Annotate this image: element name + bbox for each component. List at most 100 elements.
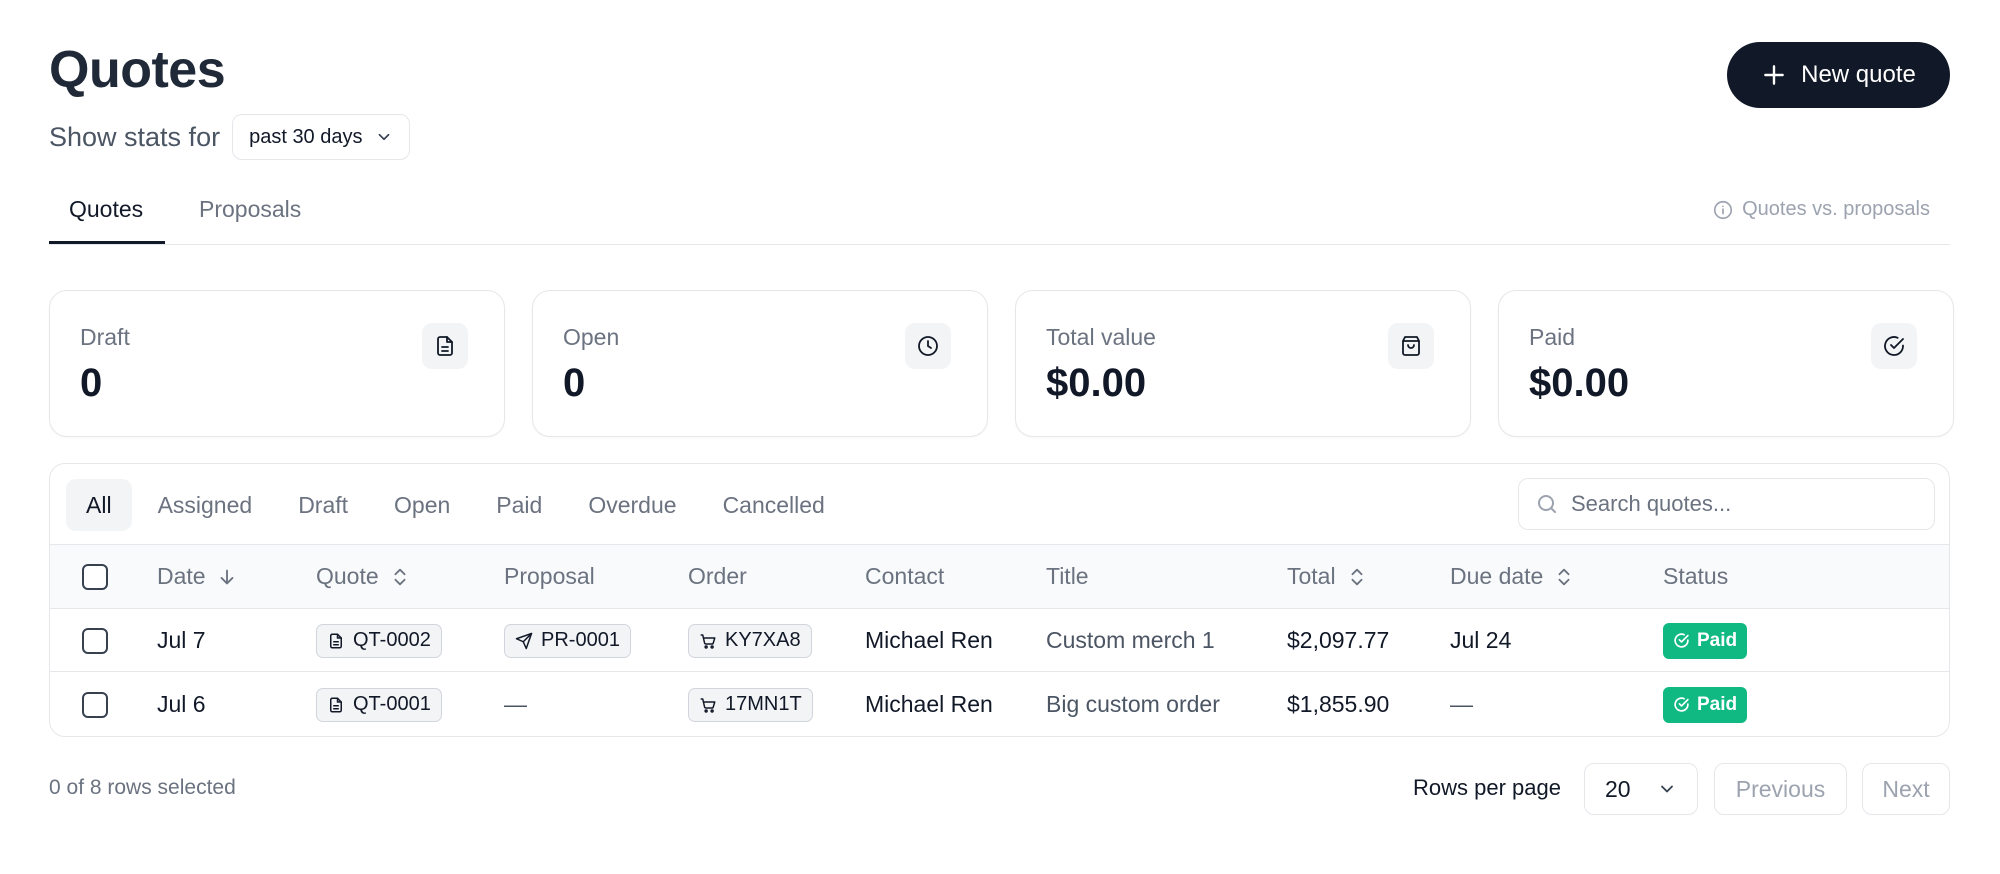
table-row[interactable]: Jul 7 QT-0002 PR-0001 KY7XA8 Michael Ren… xyxy=(50,609,1949,672)
row-checkbox[interactable] xyxy=(82,627,108,654)
quotes-table-card: All Assigned Draft Open Paid Overdue Can… xyxy=(49,463,1950,737)
clock-icon xyxy=(905,323,951,369)
date-cell: Jul 6 xyxy=(157,691,206,717)
check-circle-icon xyxy=(1871,323,1917,369)
stat-card-draft: Draft 0 xyxy=(49,290,505,437)
sort-icon xyxy=(1553,566,1575,588)
stat-value: $0.00 xyxy=(1529,361,1630,405)
status-cell: Paid xyxy=(1663,609,1748,672)
total-cell: $1,855.90 xyxy=(1287,691,1390,717)
filter-paid[interactable]: Paid xyxy=(476,479,562,531)
check-circle-icon xyxy=(1673,696,1690,713)
search-input[interactable] xyxy=(1571,491,1911,517)
document-icon xyxy=(327,696,345,714)
select-all-checkbox[interactable] xyxy=(82,563,108,590)
order-cell: 17MN1T xyxy=(688,673,813,736)
stat-label: Total value xyxy=(1046,324,1156,350)
proposal-cell: — xyxy=(504,691,527,717)
quotes-vs-proposals-label: Quotes vs. proposals xyxy=(1742,198,1930,220)
status-badge: Paid xyxy=(1663,686,1748,723)
column-header-title: Title xyxy=(1046,563,1089,589)
column-header-status: Status xyxy=(1663,563,1729,589)
row-select-cell xyxy=(82,673,108,736)
status-cell: Paid xyxy=(1663,673,1748,736)
new-quote-button[interactable]: New quote xyxy=(1727,42,1950,108)
quote-chip[interactable]: QT-0002 xyxy=(316,623,442,658)
info-icon xyxy=(1712,199,1734,221)
selection-count: 0 of 8 rows selected xyxy=(49,776,236,799)
order-cell: KY7XA8 xyxy=(688,609,812,672)
column-header-contact: Contact xyxy=(865,563,945,589)
stats-range-select[interactable]: past 30 days xyxy=(232,114,410,160)
column-label: Quote xyxy=(316,563,379,589)
quote-chip[interactable]: QT-0001 xyxy=(316,687,442,722)
filter-draft[interactable]: Draft xyxy=(278,479,368,531)
document-icon xyxy=(327,632,345,650)
tab-bar: Quotes Proposals Quotes vs. proposals xyxy=(49,182,1950,245)
stat-card-paid: Paid $0.00 xyxy=(1498,290,1954,437)
rows-per-page-select[interactable]: 20 xyxy=(1584,763,1698,815)
page-title: Quotes xyxy=(49,41,226,99)
order-id: 17MN1T xyxy=(725,693,802,715)
row-checkbox[interactable] xyxy=(82,691,108,718)
quotes-vs-proposals-link[interactable]: Quotes vs. proposals xyxy=(1712,198,1930,221)
contact-cell: Michael Ren xyxy=(865,691,993,717)
total-cell: $2,097.77 xyxy=(1287,627,1390,653)
select-all-cell xyxy=(82,545,108,608)
filter-all[interactable]: All xyxy=(66,479,132,531)
status-label: Paid xyxy=(1697,693,1738,715)
stat-card-total-value: Total value $0.00 xyxy=(1015,290,1471,437)
row-select-cell xyxy=(82,609,108,672)
stat-value: $0.00 xyxy=(1046,361,1147,405)
plus-icon xyxy=(1761,62,1787,88)
stat-card-open: Open 0 xyxy=(532,290,988,437)
active-tab-indicator xyxy=(49,241,165,244)
stat-value: 0 xyxy=(563,361,586,405)
next-page-button[interactable]: Next xyxy=(1862,763,1950,815)
column-header-due-date[interactable]: Due date xyxy=(1450,545,1575,608)
quote-id: QT-0002 xyxy=(353,629,431,651)
previous-page-button[interactable]: Previous xyxy=(1714,763,1847,815)
status-badge: Paid xyxy=(1663,622,1748,659)
stats-range-row: Show stats for past 30 days xyxy=(49,114,410,160)
stat-label: Paid xyxy=(1529,324,1576,350)
rows-per-page-value: 20 xyxy=(1605,775,1631,802)
shopping-bag-icon xyxy=(1388,323,1434,369)
search-icon xyxy=(1535,492,1559,516)
document-icon xyxy=(422,323,468,369)
filter-cancelled[interactable]: Cancelled xyxy=(703,479,845,531)
order-chip[interactable]: 17MN1T xyxy=(688,687,813,722)
quote-cell: QT-0002 xyxy=(316,609,442,672)
column-header-proposal: Proposal xyxy=(504,563,595,589)
filter-overdue[interactable]: Overdue xyxy=(568,479,696,531)
cart-icon xyxy=(699,696,717,714)
stats-range-value: past 30 days xyxy=(249,125,363,148)
proposal-chip[interactable]: PR-0001 xyxy=(504,623,631,658)
tab-proposals[interactable]: Proposals xyxy=(199,196,301,223)
sort-icon xyxy=(389,566,411,588)
column-header-quote[interactable]: Quote xyxy=(316,545,411,608)
table-row[interactable]: Jul 6 QT-0001 — 17MN1T Michael Ren Big c… xyxy=(50,673,1949,736)
column-label: Date xyxy=(157,563,206,589)
sort-icon xyxy=(1346,566,1368,588)
date-cell: Jul 7 xyxy=(157,627,206,653)
chevron-down-icon xyxy=(375,128,393,146)
quote-cell: QT-0001 xyxy=(316,673,442,736)
new-quote-label: New quote xyxy=(1801,61,1916,88)
column-header-total[interactable]: Total xyxy=(1287,545,1368,608)
chevron-down-icon xyxy=(1657,779,1677,799)
filter-open[interactable]: Open xyxy=(374,479,470,531)
order-chip[interactable]: KY7XA8 xyxy=(688,623,812,658)
column-label: Due date xyxy=(1450,563,1544,589)
stat-label: Draft xyxy=(80,324,130,350)
title-cell: Custom merch 1 xyxy=(1046,627,1215,653)
tab-quotes[interactable]: Quotes xyxy=(69,196,143,223)
column-header-order: Order xyxy=(688,563,747,589)
column-header-date[interactable]: Date xyxy=(157,545,238,608)
due-date-cell: — xyxy=(1450,691,1473,717)
filter-assigned[interactable]: Assigned xyxy=(138,479,273,531)
rows-per-page-label: Rows per page xyxy=(1413,775,1561,800)
table-header: Date Quote Proposal Order Contact Title … xyxy=(50,544,1949,609)
status-filter-tabs: All Assigned Draft Open Paid Overdue Can… xyxy=(66,479,851,531)
title-cell: Big custom order xyxy=(1046,691,1220,717)
